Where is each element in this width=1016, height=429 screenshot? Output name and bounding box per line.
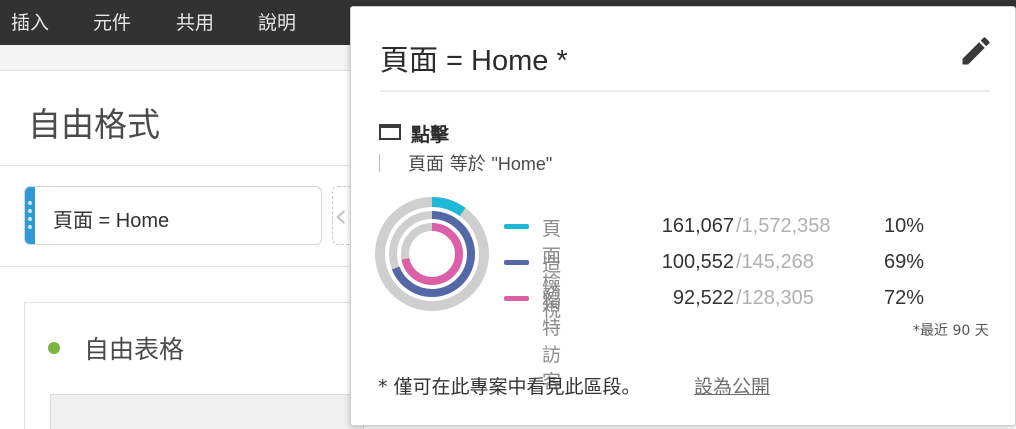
make-public-link[interactable]: 設為公開 [694,372,770,399]
series-color-swatch [504,224,529,229]
metrics-donut-chart [375,197,489,311]
divider [0,165,360,166]
metric-value: 100,552 [661,251,734,273]
rule-indent-bar [379,154,380,172]
metric-value: 161,067 [661,215,734,237]
container-label: 點擊 [411,124,450,146]
handle-dot [28,209,32,213]
metric-total: /1,572,358 [736,215,831,237]
menu-share[interactable]: 共用 [176,8,214,35]
visibility-note: * 僅可在此專案中看見此區段。 [378,376,641,398]
pencil-icon[interactable] [958,33,994,69]
handle-dot [28,217,32,221]
handle-dot [28,225,32,229]
menu-components[interactable]: 元件 [93,8,131,35]
drag-handle[interactable] [25,187,35,244]
container-icon [379,124,401,140]
rule-operator: 等於 [449,154,486,175]
series-color-swatch [504,260,529,265]
metric-percent: 10% [883,215,924,237]
segment-preview-popover: 頁面 = Home * 點擊 頁面 等於 "Home" 頁面檢視 161,067… [350,6,1016,426]
handle-dot [28,201,32,205]
metric-total: /145,268 [736,251,814,273]
menu-insert[interactable]: 插入 [11,8,49,35]
menu-help[interactable]: 說明 [258,8,296,35]
chevron-left-icon: ‹ [334,196,348,236]
segment-chip[interactable]: 頁面 = Home [24,186,322,245]
status-dot-icon [48,342,60,354]
series-color-swatch [504,296,529,301]
segment-rule: 頁面 等於 "Home" [408,150,552,176]
segment-chip-label: 頁面 = Home [53,210,170,232]
rule-field: 頁面 [408,154,444,175]
metric-value: 92,522 [672,287,734,309]
panel-title: 自由格式 [28,105,160,144]
metric-percent: 72% [883,287,924,309]
table-header [50,394,364,429]
metric-total: /128,305 [736,287,814,309]
table-title: 自由表格 [84,335,185,364]
popover-title: 頁面 = Home * [380,45,568,77]
divider [0,266,360,267]
date-range-note: *最近 90 天 [913,323,989,339]
divider [380,90,990,92]
rule-value: "Home" [491,154,553,174]
metric-percent: 69% [883,251,924,273]
